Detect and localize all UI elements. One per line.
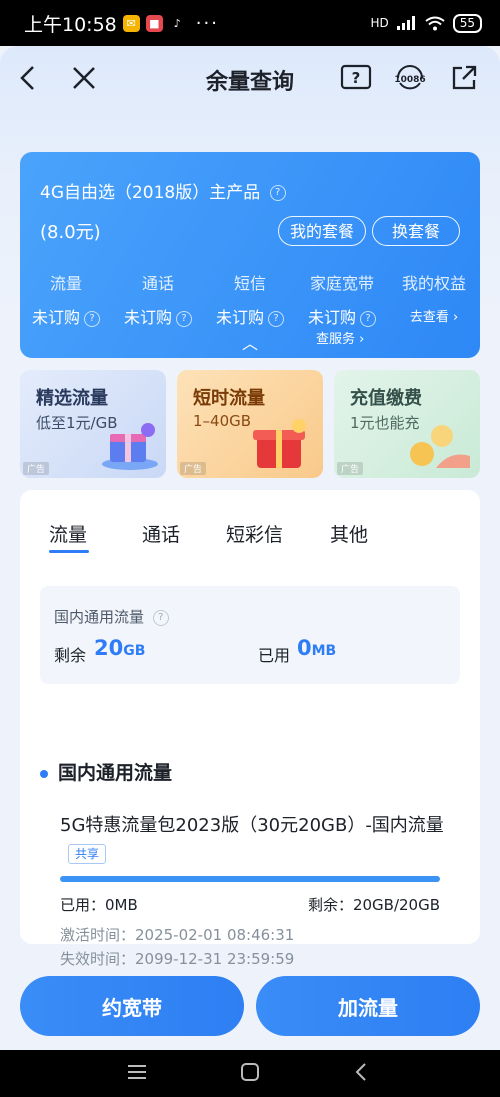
service-label: 我的权益 [401, 274, 466, 293]
usage-card: 流量 通话 短彩信 其他 国内通用流量 ? 剩余 20GB 已用 0MB 国内通… [20, 490, 480, 968]
remaining-label: 剩余 [54, 646, 87, 665]
gift-box-icon [102, 423, 158, 470]
svg-text:?: ? [352, 69, 361, 87]
tab-other[interactable]: 其他 [330, 520, 368, 547]
tab-sms-mms[interactable]: 短彩信 [226, 520, 283, 547]
help-icon[interactable]: ? [338, 60, 374, 96]
promo-short-term-data[interactable]: 短时流量 1–40GB 广告 [177, 370, 323, 478]
check-services-link[interactable]: 查服务 › [316, 328, 364, 347]
back-icon[interactable] [10, 60, 46, 96]
battery-icon: 55 [452, 13, 482, 33]
share-icon[interactable] [446, 60, 482, 96]
usage-progress-bar [60, 876, 440, 882]
svg-text:10086: 10086 [394, 75, 425, 85]
remaining-value: 20GB [94, 636, 146, 660]
service-status: 未订购? [20, 304, 112, 328]
info-icon[interactable]: ? [176, 310, 192, 327]
promo-recharge[interactable]: 充值缴费 1元也能充 广告 [334, 370, 480, 478]
info-icon[interactable]: ? [84, 310, 100, 327]
home-icon[interactable] [240, 1062, 260, 1082]
book-broadband-button[interactable]: 约宽带 [20, 976, 244, 1036]
info-icon[interactable]: ? [360, 310, 376, 327]
service-status: 未订购? [296, 304, 388, 328]
promo-selected-data[interactable]: 精选流量 低至1元/GB 广告 [20, 370, 166, 478]
summary-title: 国内通用流量 [54, 608, 145, 626]
summary-info-icon[interactable]: ? [152, 609, 169, 626]
change-plan-button[interactable]: 换套餐 [372, 216, 460, 246]
service-label: 短信 [233, 274, 266, 293]
bullet-dot-icon [40, 769, 48, 778]
expiration-time: 失效时间：2099-12-31 23:59:59 [60, 950, 295, 968]
remaining-amount: 剩余：20GB/20GB [307, 896, 440, 914]
customer-service-10086-icon[interactable]: 10086 [392, 60, 428, 96]
promo-title: 充值缴费 [350, 388, 422, 409]
service-status: 未订购? [204, 304, 296, 328]
more-notifications-icon: ··· [195, 12, 219, 34]
usage-summary: 国内通用流量 ? 剩余 20GB 已用 0MB [40, 586, 460, 684]
network-hd-icon: HD [370, 16, 389, 30]
ad-tag: 广告 [23, 462, 50, 475]
status-time: 上午10:58 [24, 13, 117, 36]
status-bar: 上午10:58 ✉ ■ ♪ ··· HD 55 [0, 0, 500, 46]
tab-data[interactable]: 流量 [49, 520, 87, 547]
page: 余量查询 ? 10086 4G自由选（2018版）主产品 ? (8.0元) 我的… [0, 46, 500, 1050]
plan-name: 4G自由选（2018版）主产品 [40, 183, 261, 203]
wifi-icon [425, 16, 445, 30]
red-gift-icon [253, 419, 306, 468]
view-benefits-link[interactable]: 去查看 › [388, 306, 480, 325]
back-nav-icon[interactable] [354, 1062, 368, 1082]
used-label: 已用 [258, 646, 291, 665]
service-status: 未订购? [112, 304, 204, 328]
plan-card: 4G自由选（2018版）主产品 ? (8.0元) 我的套餐 换套餐 流量 未订购… [20, 152, 480, 358]
shared-badge: 共享 [68, 844, 107, 864]
summary-title-row: 国内通用流量 ? [54, 606, 169, 627]
app-notification-icon: ■ [145, 14, 163, 32]
top-nav: 余量查询 ? 10086 [0, 46, 500, 110]
system-nav-bar [0, 1050, 500, 1097]
service-label: 家庭宽带 [309, 274, 374, 293]
plan-info-icon[interactable]: ? [269, 185, 286, 201]
plan-price: (8.0元) [40, 222, 101, 243]
tab-calls[interactable]: 通话 [142, 520, 180, 547]
service-broadband[interactable]: 家庭宽带 未订购? [296, 270, 388, 328]
info-icon[interactable]: ? [268, 310, 284, 327]
service-benefits[interactable]: 我的权益 去查看 › [388, 270, 480, 325]
close-icon[interactable] [66, 60, 102, 96]
my-plan-button[interactable]: 我的套餐 [278, 216, 366, 246]
plan-name-row: 4G自由选（2018版）主产品 ? [40, 178, 286, 203]
service-sms[interactable]: 短信 未订购? [204, 270, 296, 328]
service-label: 流量 [49, 274, 82, 293]
menu-icon[interactable] [126, 1062, 148, 1082]
signal-icon [396, 16, 415, 30]
collapse-chevron-icon[interactable]: ︿ [242, 330, 258, 354]
promo-subtitle: 1–40GB [193, 412, 252, 430]
package-name: 5G特惠流量包2023版（30元20GB）-国内流量共享 [60, 812, 450, 868]
service-label: 通话 [141, 274, 174, 293]
tiktok-icon: ♪ [173, 16, 181, 30]
promo-title: 精选流量 [36, 388, 108, 409]
add-data-button[interactable]: 加流量 [256, 976, 480, 1036]
used-amount: 已用：0MB [60, 896, 138, 914]
coins-hand-icon [410, 425, 470, 468]
ad-tag: 广告 [337, 462, 364, 475]
message-app-icon: ✉ [122, 14, 140, 32]
section-heading: 国内通用流量 [40, 758, 172, 785]
service-calls[interactable]: 通话 未订购? [112, 270, 204, 328]
promo-title: 短时流量 [193, 388, 265, 409]
activation-time: 激活时间：2025-02-01 08:46:31 [60, 926, 295, 944]
used-value: 0MB [297, 636, 337, 660]
service-data[interactable]: 流量 未订购? [20, 270, 112, 328]
active-tab-indicator [49, 550, 89, 553]
ad-tag: 广告 [180, 462, 207, 475]
